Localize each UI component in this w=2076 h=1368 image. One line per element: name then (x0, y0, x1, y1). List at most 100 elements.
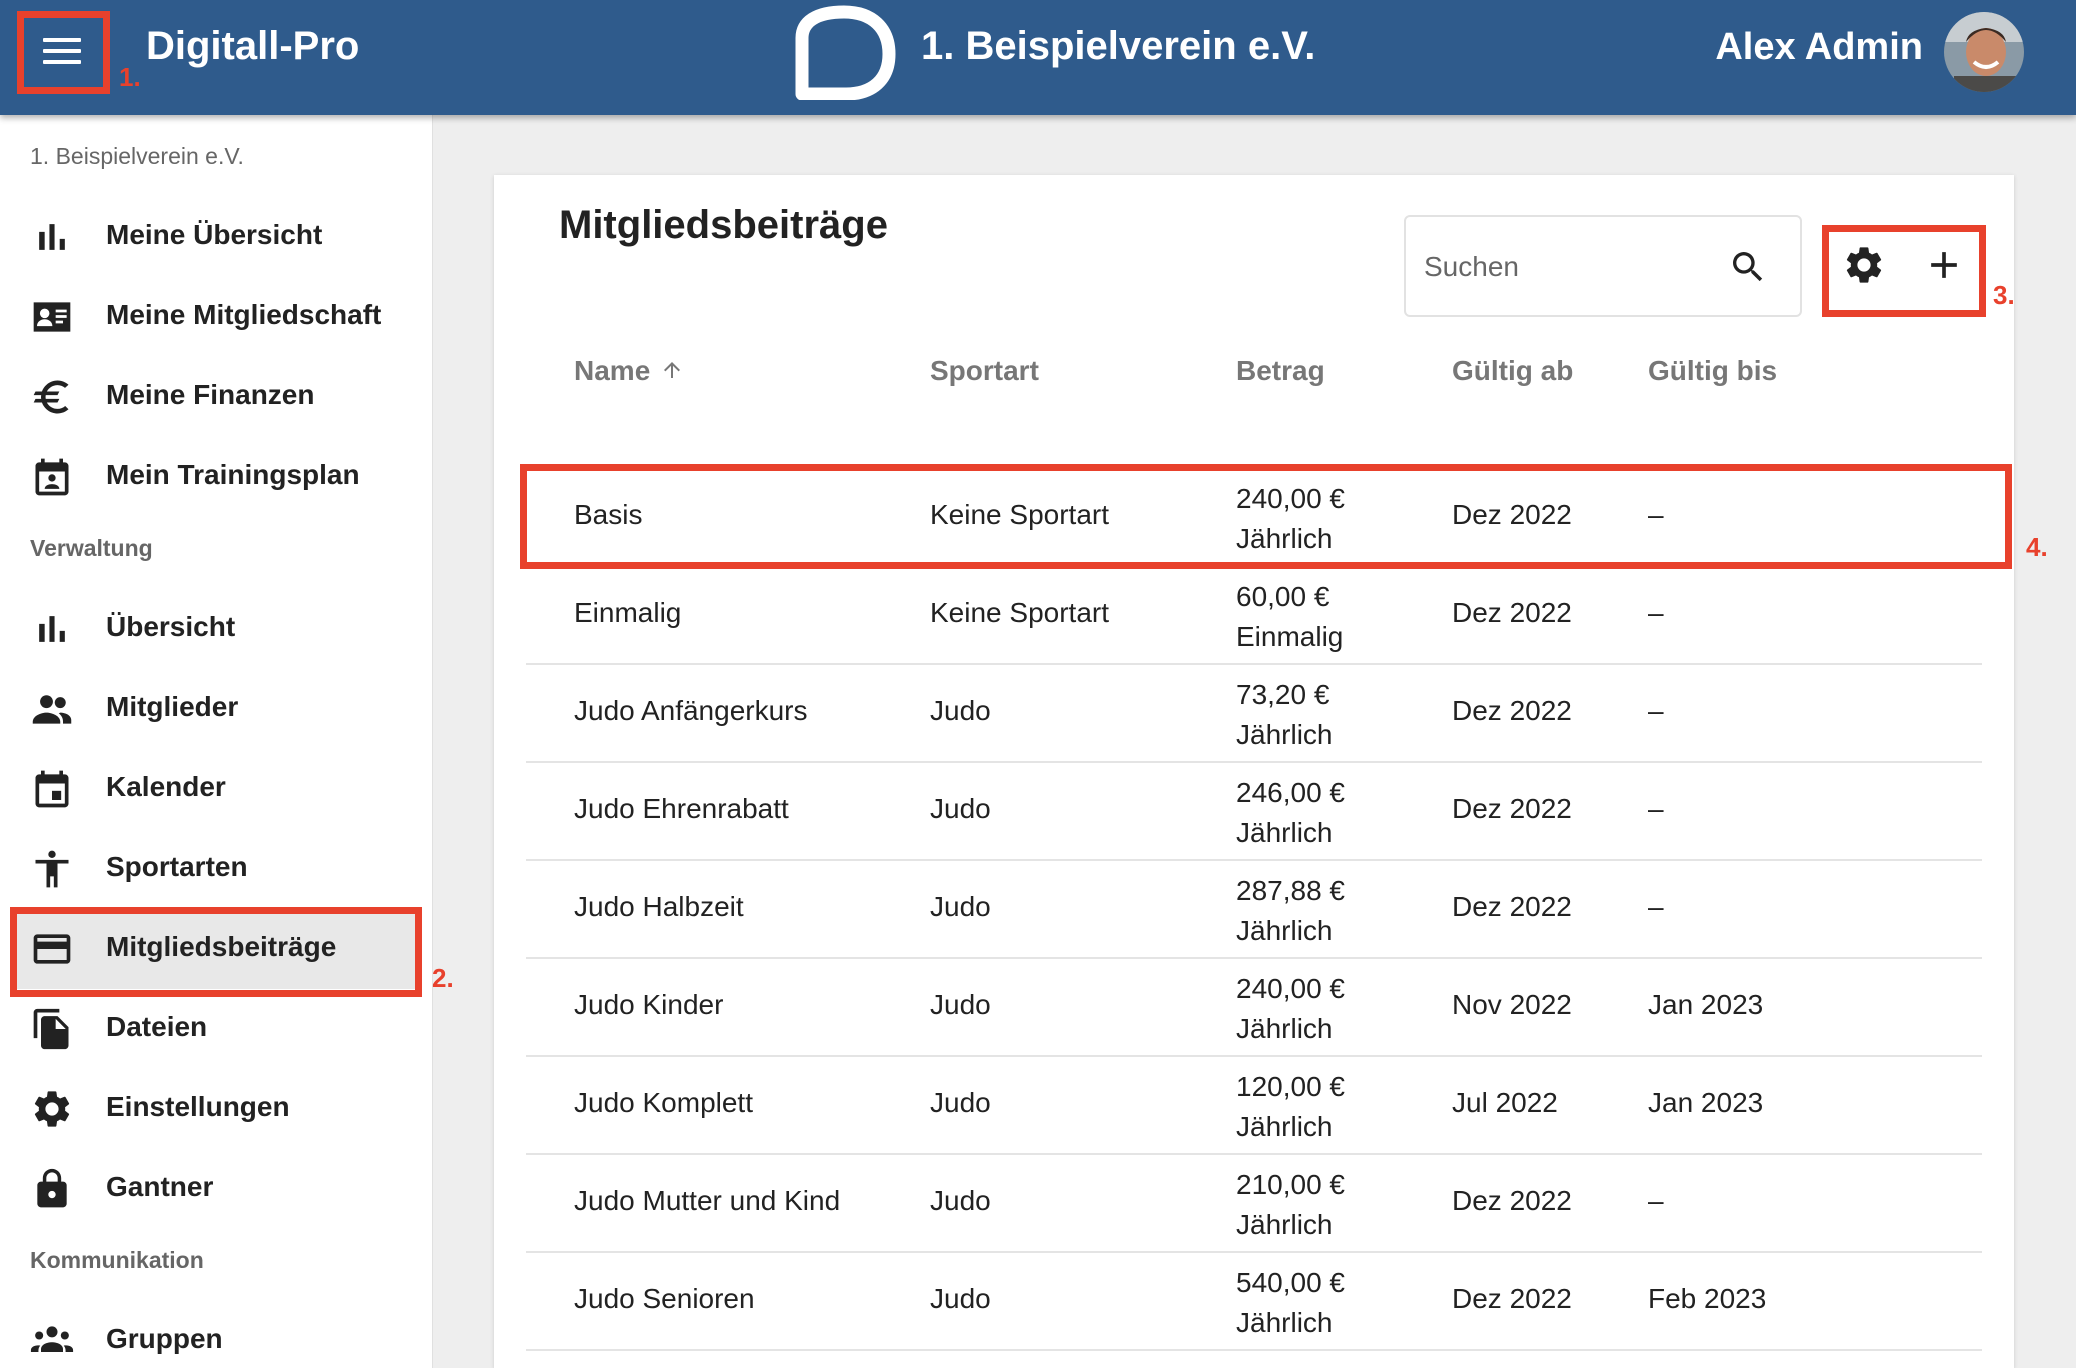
amount-value: 540,00 € (1236, 1267, 1345, 1298)
cell-valid-from: Jul 2022 (1452, 1087, 1558, 1118)
cell-name: Judo Mutter und Kind (574, 1185, 841, 1216)
sidebar-item-mitglieder[interactable]: Mitglieder (12, 669, 420, 749)
cell-sport: Judo (930, 989, 991, 1020)
sidebar-item-label: Mitglieder (106, 691, 239, 722)
table-row[interactable]: Basis Keine Sportart 240,00 € Jährlich De… (526, 467, 1982, 565)
sidebar-item-mitgliedsbeitraege[interactable]: Mitgliedsbeiträge (12, 909, 420, 989)
cell-valid-from: Dez 2022 (1452, 695, 1572, 726)
amount-value: 60,00 € (1236, 581, 1330, 612)
fees-card: Mitgliedsbeiträge Name Sportart Betrag G… (494, 175, 2014, 1368)
menu-button[interactable] (31, 31, 93, 71)
sidebar-item-label: Dateien (106, 1011, 208, 1042)
sidebar-item-gantner[interactable]: Gantner (12, 1149, 420, 1229)
cell-sport: Judo (930, 1185, 991, 1216)
sidebar: 1. Beispielverein e.V. Meine Übersicht M… (0, 115, 433, 1368)
hamburger-icon (43, 38, 81, 42)
hamburger-icon-line (43, 49, 81, 53)
sort-arrow-up-icon (664, 362, 681, 378)
cell-valid-from: Dez 2022 (1452, 793, 1572, 824)
amount-interval: Jährlich (1236, 1013, 1333, 1044)
table-row[interactable]: Judo Halbzeit Judo 287,88 € Jährlich Dez … (526, 859, 1982, 959)
sidebar-section-verwaltung: Verwaltung (30, 535, 153, 561)
id-card-icon (33, 302, 71, 332)
amount-value: 287,88 € (1236, 875, 1345, 906)
cell-valid-to: – (1648, 597, 1664, 628)
column-header-valid-to[interactable]: Gültig bis (1648, 355, 1777, 387)
bar-chart-icon (39, 616, 65, 642)
table-row[interactable]: Judo Anfängerkurs Judo 73,20 € Jährlich D… (526, 663, 1982, 763)
table-row[interactable]: Judo Ehrenrabatt Judo 246,00 € Jährlich D… (526, 761, 1982, 861)
table-row[interactable]: Judo Senioren Judo 540,00 € Jährlich Dez … (526, 1251, 1982, 1351)
cell-sport: Judo (930, 793, 991, 824)
table-row[interactable]: Judo Kinder Judo 240,00 € Jährlich Nov 20… (526, 957, 1982, 1057)
cell-valid-to: Feb 2023 (1648, 1283, 1767, 1314)
cell-sport: Judo (930, 695, 991, 726)
amount-value: 73,20 € (1236, 679, 1330, 710)
files-icon (33, 1008, 69, 1050)
sidebar-item-sportarten[interactable]: Sportarten (12, 829, 420, 909)
cell-valid-to: – (1648, 499, 1664, 530)
cell-name: Judo Kinder (574, 989, 724, 1020)
page-title: Mitgliedsbeiträge (559, 203, 888, 247)
sidebar-item-meine-mitgliedschaft[interactable]: Meine Mitgliedschaft (12, 277, 420, 357)
lock-icon (37, 1168, 67, 1208)
avatar[interactable] (1944, 12, 2024, 92)
cell-amount: 287,88 € Jährlich (1236, 871, 1345, 951)
table-row[interactable]: Judo Komplett Judo 120,00 € Jährlich Jul … (526, 1055, 1982, 1155)
sidebar-item-label: Meine Übersicht (106, 219, 323, 250)
sidebar-item-einstellungen[interactable]: Einstellungen (12, 1069, 420, 1149)
table-row[interactable]: Judo Mutter und Kind Judo 210,00 € Jährli… (526, 1153, 1982, 1253)
sidebar-item-gruppen[interactable]: Gruppen (12, 1301, 420, 1368)
hamburger-icon-line (43, 60, 81, 64)
sidebar-item-label: Übersicht (106, 611, 236, 642)
sidebar-item-label: Mitgliedsbeiträge (106, 931, 337, 962)
sidebar-item-label: Meine Finanzen (106, 379, 315, 410)
cell-valid-from: Dez 2022 (1452, 891, 1572, 922)
sport-figure-icon (35, 850, 69, 888)
amount-value: 240,00 € (1236, 973, 1345, 1004)
cell-sport: Keine Sportart (930, 597, 1109, 628)
sidebar-item-label: Gruppen (106, 1323, 223, 1354)
search-icon[interactable] (1728, 247, 1768, 287)
cell-valid-from: Dez 2022 (1452, 597, 1572, 628)
calendar-icon (35, 770, 69, 808)
search-input[interactable] (1422, 241, 1716, 293)
user-name[interactable]: Alex Admin (1715, 26, 1923, 69)
cell-name: Judo Anfängerkurs (574, 695, 808, 726)
app-title: Digitall-Pro (146, 24, 360, 68)
sidebar-item-meine-uebersicht[interactable]: Meine Übersicht (12, 197, 420, 277)
cell-valid-to: – (1648, 793, 1664, 824)
people-icon (32, 695, 72, 724)
app-bar: Digitall-Pro 1. Beispielverein e.V. Alex… (0, 0, 2076, 115)
cell-name: Judo Komplett (574, 1087, 753, 1118)
euro-icon (33, 380, 69, 414)
add-icon[interactable] (1922, 243, 1966, 287)
sidebar-item-dateien[interactable]: Dateien (12, 989, 420, 1069)
sidebar-item-uebersicht[interactable]: Übersicht (12, 589, 420, 669)
cell-sport: Judo (930, 1087, 991, 1118)
credit-card-icon (33, 934, 71, 964)
sidebar-item-meine-finanzen[interactable]: Meine Finanzen (12, 357, 420, 437)
avatar-photo (1944, 12, 2024, 92)
sidebar-item-label: Gantner (106, 1171, 214, 1202)
column-header-valid-from[interactable]: Gültig ab (1452, 355, 1573, 387)
amount-value: 210,00 € (1236, 1169, 1345, 1200)
cell-amount: 240,00 € Jährlich (1236, 969, 1345, 1049)
table-row[interactable]: Einmalig Keine Sportart 60,00 € Einmalig … (526, 565, 1982, 665)
column-header-amount[interactable]: Betrag (1236, 355, 1325, 387)
sidebar-item-mein-trainingsplan[interactable]: Mein Trainingsplan (12, 437, 420, 517)
sidebar-item-label: Einstellungen (106, 1091, 290, 1122)
cell-valid-to: Jan 2023 (1648, 1087, 1764, 1118)
search-field[interactable] (1404, 215, 1802, 317)
sidebar-item-kalender[interactable]: Kalender (12, 749, 420, 829)
settings-gear-icon[interactable] (1842, 243, 1886, 287)
amount-interval: Einmalig (1236, 621, 1344, 652)
cell-name: Einmalig (574, 597, 682, 628)
cell-valid-to: Jan 2023 (1648, 989, 1764, 1020)
amount-value: 246,00 € (1236, 777, 1345, 808)
cell-amount: 540,00 € Jährlich (1236, 1263, 1345, 1343)
cell-sport: Judo (930, 891, 991, 922)
cell-amount: 120,00 € Jährlich (1236, 1067, 1345, 1147)
column-header-sport[interactable]: Sportart (930, 355, 1039, 387)
column-header-name[interactable]: Name (574, 355, 684, 387)
